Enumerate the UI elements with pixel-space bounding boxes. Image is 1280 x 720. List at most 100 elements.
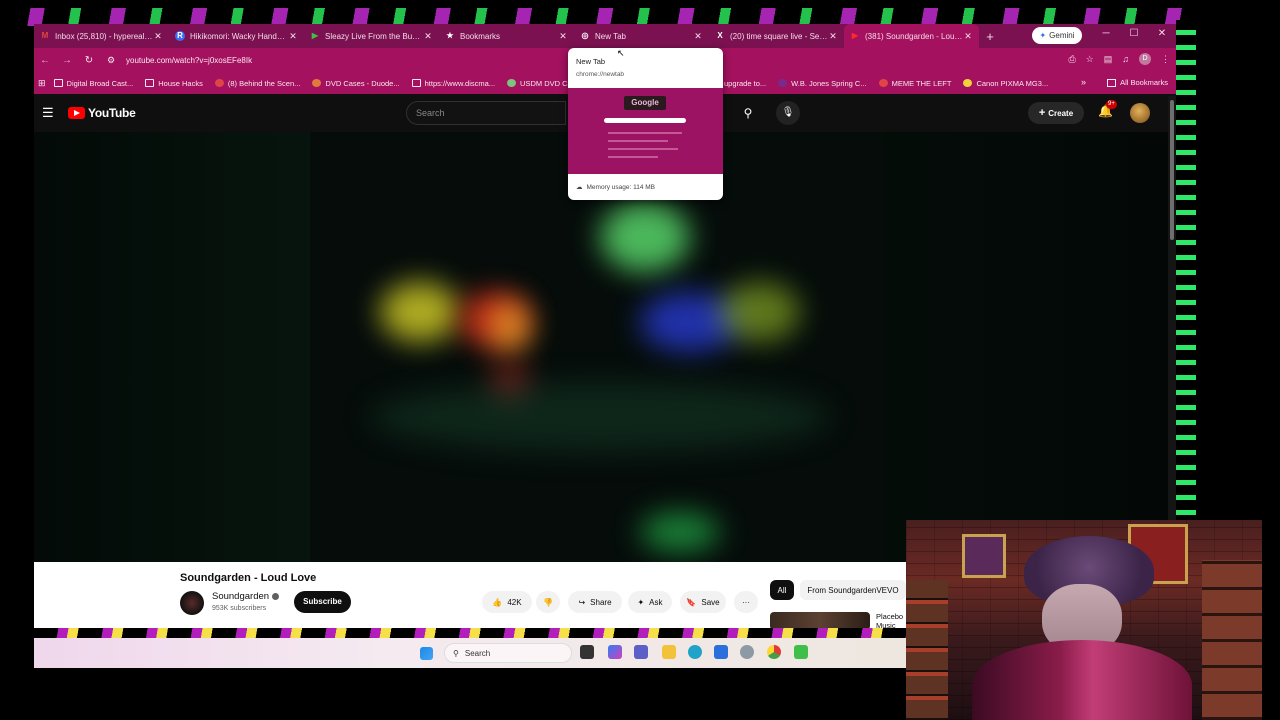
youtube-logo[interactable]: YouTube bbox=[68, 106, 136, 120]
menu-icon[interactable]: ⋮ bbox=[1161, 54, 1170, 65]
tab-bookmarks[interactable]: ★ Bookmarks ✕ bbox=[439, 24, 574, 48]
video-light-yellow bbox=[380, 282, 460, 342]
mic-icon[interactable]: 🎙 bbox=[776, 101, 800, 125]
close-icon[interactable]: ✕ bbox=[828, 31, 838, 42]
site-icon bbox=[878, 79, 888, 87]
back-icon[interactable]: ← bbox=[34, 55, 56, 66]
settings-icon[interactable] bbox=[740, 645, 754, 659]
tab-sleazy-live[interactable]: ▶ Sleazy Live From the Bunker ✕ bbox=[304, 24, 439, 48]
close-icon[interactable]: ✕ bbox=[288, 31, 298, 42]
tab-label: Bookmarks bbox=[460, 31, 501, 41]
maximize-icon[interactable]: ☐ bbox=[1126, 28, 1142, 39]
edge-icon[interactable] bbox=[688, 645, 702, 659]
toolbar-actions: ⎙ ☆ ▤ ♫ D ⋮ bbox=[1068, 53, 1170, 65]
bookmark-item[interactable]: Canon PIXMA MG3... bbox=[963, 79, 1048, 88]
mouse-cursor-icon: ↖ bbox=[617, 48, 625, 58]
save-button[interactable]: 🔖 Save bbox=[680, 591, 726, 613]
reload-icon[interactable]: ↻ bbox=[78, 55, 100, 66]
taskbar-search[interactable]: ⚲ Search bbox=[444, 643, 572, 663]
bookmark-item[interactable]: House Hacks bbox=[145, 79, 203, 88]
bookmark-item[interactable]: W.B. Jones Spring C... bbox=[778, 79, 867, 88]
tab-gmail[interactable]: M Inbox (25,810) - hyperealpro ✕ bbox=[34, 24, 169, 48]
tab-new-tab[interactable]: ◎ New Tab ✕ bbox=[574, 24, 709, 48]
close-icon[interactable]: ✕ bbox=[558, 31, 568, 42]
bookmark-item[interactable]: DVD Cases - Duode... bbox=[312, 79, 400, 88]
bookmark-label: upgrade to... bbox=[724, 78, 767, 88]
tab-hover-card: New Tab chrome://newtab Google ☁ Memory u… bbox=[568, 48, 723, 200]
channel-name[interactable]: Soundgarden bbox=[212, 591, 280, 602]
search-icon[interactable]: ⚲ bbox=[734, 101, 762, 125]
bookmark-item[interactable]: Digital Broad Cast... bbox=[53, 78, 134, 88]
preview-search-bar bbox=[604, 118, 686, 123]
share-button[interactable]: ↪ Share bbox=[568, 591, 622, 613]
taskbar: ⚲ Search bbox=[34, 638, 906, 668]
apps-icon[interactable]: ⊞ bbox=[38, 78, 46, 89]
bookmarks-right-group: upgrade to... W.B. Jones Spring C... MEM… bbox=[724, 72, 1060, 94]
plus-icon: + bbox=[1038, 107, 1046, 119]
create-button[interactable]: + Create bbox=[1028, 102, 1084, 124]
more-actions-button[interactable]: ··· bbox=[734, 591, 758, 613]
x-icon: X bbox=[717, 31, 723, 40]
tab-hikikomori[interactable]: R Hikikomori: Wacky Hands - H ✕ bbox=[169, 24, 304, 48]
create-label: Create bbox=[1048, 108, 1074, 118]
sidepanel-icon[interactable]: ▤ bbox=[1104, 54, 1113, 65]
channel-avatar[interactable] bbox=[180, 591, 204, 615]
close-icon[interactable]: ✕ bbox=[693, 31, 703, 42]
folder-icon bbox=[145, 79, 155, 87]
ask-button[interactable]: ✦ Ask bbox=[628, 591, 672, 613]
bookmark-item[interactable]: MEME THE LEFT bbox=[878, 78, 952, 88]
close-icon[interactable]: ✕ bbox=[153, 31, 163, 42]
chip-from-channel[interactable]: From SoundgardenVEVO bbox=[800, 580, 906, 600]
bookmark-item[interactable]: https://www.discma... bbox=[411, 79, 495, 88]
share-label: Share bbox=[590, 597, 612, 607]
chrome-icon[interactable] bbox=[767, 645, 781, 659]
search-input[interactable]: Search bbox=[406, 101, 566, 125]
close-window-icon[interactable]: ✕ bbox=[1154, 28, 1170, 39]
close-icon[interactable]: ✕ bbox=[423, 31, 433, 42]
video-light-green bbox=[600, 202, 690, 272]
bookmark-star-icon[interactable]: ☆ bbox=[1086, 54, 1094, 65]
close-icon[interactable]: ✕ bbox=[963, 31, 973, 42]
like-button[interactable]: 👍 42K bbox=[482, 591, 532, 613]
chip-all[interactable]: All bbox=[770, 580, 794, 600]
media-icon[interactable]: ♫ bbox=[1122, 54, 1129, 64]
new-tab-button[interactable]: + bbox=[979, 29, 1001, 44]
menu-hamburger-icon[interactable]: ☰ bbox=[42, 105, 54, 121]
tab-label: Hikikomori: Wacky Hands - H bbox=[190, 31, 288, 41]
url-field[interactable]: youtube.com/watch?v=j0xosEFe8Ik bbox=[126, 56, 252, 65]
memory-text: Memory usage: 114 MB bbox=[586, 183, 656, 191]
minimize-icon[interactable]: ─ bbox=[1098, 28, 1114, 39]
scrollbar-thumb[interactable] bbox=[1170, 100, 1174, 240]
copilot-icon[interactable] bbox=[608, 645, 622, 659]
rumble-icon[interactable] bbox=[794, 645, 808, 659]
tab-x-search[interactable]: X (20) time square live - Searc ✕ bbox=[709, 24, 844, 48]
windows-start-icon[interactable] bbox=[420, 647, 433, 660]
screen: M Inbox (25,810) - hyperealpro ✕ R Hikik… bbox=[0, 0, 1280, 720]
gemini-button[interactable]: ✦ Gemini bbox=[1032, 27, 1082, 44]
shelf-right bbox=[1202, 560, 1262, 720]
overflow-chevron-icon[interactable]: » bbox=[1081, 77, 1086, 87]
file-explorer-icon[interactable] bbox=[662, 645, 676, 659]
preview-line bbox=[608, 156, 658, 158]
forward-icon[interactable]: → bbox=[56, 55, 78, 66]
profile-avatar[interactable]: D bbox=[1139, 53, 1151, 65]
account-avatar[interactable] bbox=[1130, 103, 1150, 123]
teams-icon[interactable] bbox=[634, 645, 648, 659]
store-icon[interactable] bbox=[714, 645, 728, 659]
subscribe-button[interactable]: Subscribe bbox=[294, 591, 351, 613]
bookmark-label: Digital Broad Cast... bbox=[66, 78, 134, 88]
page-scrollbar[interactable] bbox=[1168, 96, 1176, 556]
bookmark-item[interactable]: upgrade to... bbox=[724, 79, 766, 88]
dislike-button[interactable]: 👎 bbox=[536, 591, 560, 613]
person-jacket bbox=[972, 640, 1192, 720]
install-icon[interactable]: ⎙ bbox=[1068, 54, 1075, 65]
site-info-icon[interactable]: ⚙ bbox=[100, 55, 122, 66]
bookmark-item[interactable]: (8) Behind the Scen... bbox=[214, 79, 300, 88]
bookmark-label: MEME THE LEFT bbox=[891, 78, 952, 88]
task-view-icon[interactable] bbox=[580, 645, 594, 659]
tab-soundgarden[interactable]: ▶ (381) Soundgarden - Loud L ✕ bbox=[844, 24, 979, 48]
all-bookmarks-button[interactable]: All Bookmarks bbox=[1107, 78, 1168, 87]
preview-line bbox=[608, 140, 668, 142]
google-logo: Google bbox=[624, 96, 666, 110]
notification-badge: 9+ bbox=[1106, 100, 1117, 109]
